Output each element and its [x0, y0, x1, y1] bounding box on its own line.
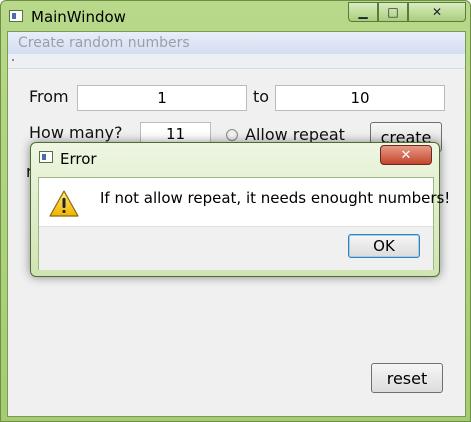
- error-dialog: Error ✕ If not allow repeat, it needs en…: [30, 142, 450, 277]
- to-label: to: [253, 87, 270, 106]
- dialog-close-button[interactable]: ✕: [380, 145, 432, 165]
- from-label: From: [29, 87, 69, 106]
- dialog-app-icon: [39, 151, 53, 163]
- reset-button[interactable]: reset: [371, 363, 443, 393]
- close-button[interactable]: ✕: [408, 2, 466, 22]
- dialog-body: If not allow repeat, it needs enought nu…: [38, 177, 450, 270]
- menu-bar: Create random numbers: [8, 32, 465, 54]
- window-title: MainWindow: [31, 8, 126, 26]
- menu-item-create-random-numbers[interactable]: Create random numbers: [18, 35, 190, 51]
- maximize-button[interactable]: □: [378, 2, 408, 22]
- toolbar-grip[interactable]: [12, 59, 14, 61]
- to-input[interactable]: 10: [275, 85, 445, 111]
- app-icon: [9, 10, 23, 22]
- allow-repeat-radio[interactable]: [226, 129, 238, 141]
- minimize-button[interactable]: ▁: [348, 2, 378, 22]
- toolbar: [8, 54, 465, 69]
- ok-button[interactable]: OK: [348, 234, 420, 258]
- how-many-label: How many?: [29, 123, 123, 142]
- warning-icon: [49, 190, 79, 217]
- dialog-title: Error: [60, 150, 97, 168]
- dialog-message: If not allow repeat, it needs enought nu…: [100, 189, 451, 207]
- from-input[interactable]: 1: [77, 85, 247, 111]
